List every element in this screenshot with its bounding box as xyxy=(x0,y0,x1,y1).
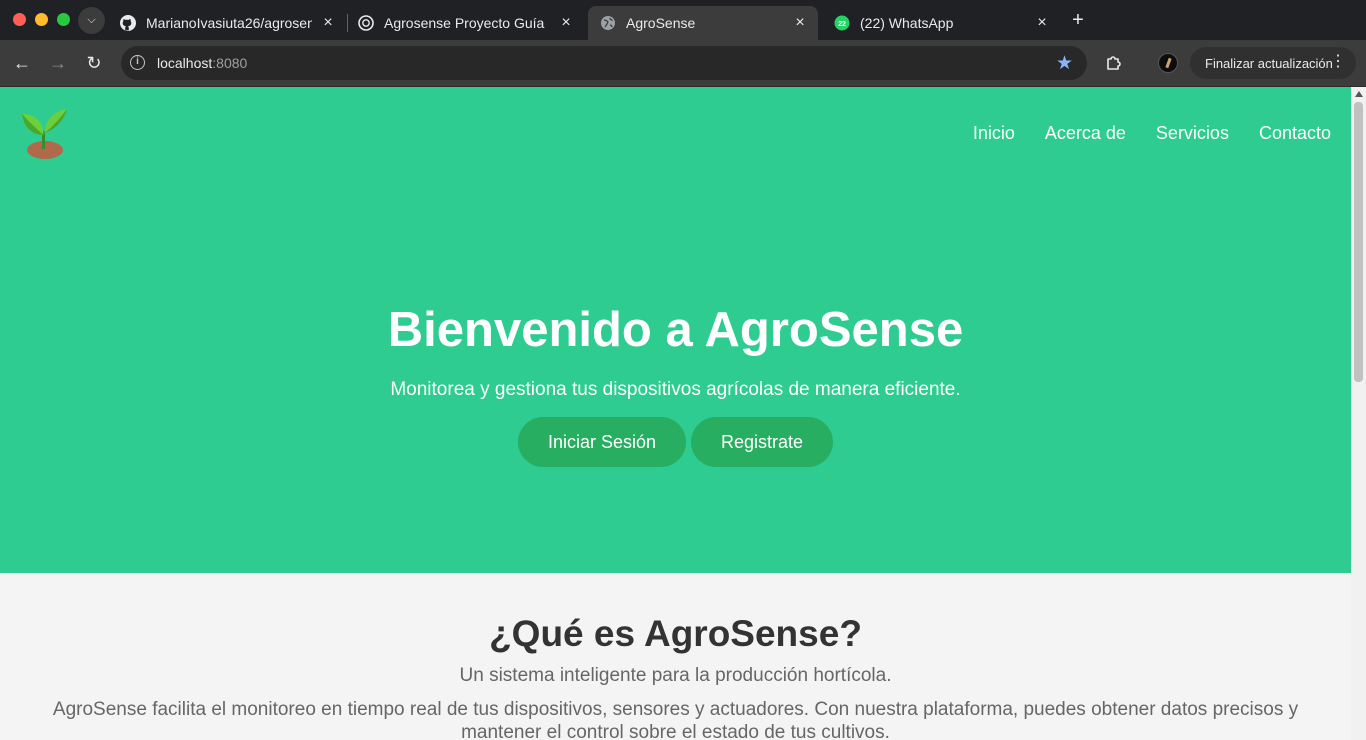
forward-icon[interactable]: → xyxy=(46,51,70,75)
tab-close-icon[interactable]: × xyxy=(320,14,336,32)
window-maximize-button[interactable] xyxy=(57,13,70,26)
nav-link-contacto[interactable]: Contacto xyxy=(1259,123,1331,144)
tab-close-icon[interactable]: × xyxy=(792,14,808,32)
tab-title: MarianoIvasiuta26/agrosense xyxy=(146,15,312,31)
tab-close-icon[interactable]: × xyxy=(558,14,574,32)
more-options-icon[interactable]: ⋮ xyxy=(1330,53,1346,71)
tab-title: Agrosense Proyecto Guía xyxy=(384,15,545,31)
hero-title: Bienvenido a AgroSense xyxy=(387,303,964,357)
openai-icon xyxy=(358,15,374,31)
address-bar[interactable]: i localhost:8080 ★ xyxy=(121,46,1087,80)
tab-agrosense-guia[interactable]: Agrosense Proyecto Guía × xyxy=(346,6,584,40)
globe-icon xyxy=(600,15,616,31)
page-viewport: Inicio Acerca de Servicios Contacto Bien… xyxy=(0,87,1351,740)
about-description: AgroSense facilita el monitoreo en tiemp… xyxy=(52,699,1299,740)
extensions-puzzle-icon[interactable] xyxy=(1104,53,1124,73)
finish-update-button[interactable]: Finalizar actualización ⋮ xyxy=(1190,47,1356,79)
sprout-logo-icon[interactable] xyxy=(20,105,70,159)
url-port: :8080 xyxy=(212,55,248,71)
new-tab-button[interactable]: + xyxy=(1068,9,1088,31)
about-title: ¿Qué es AgroSense? xyxy=(489,613,862,654)
hero-subtitle: Monitorea y gestiona tus dispositivos ag… xyxy=(390,379,961,400)
nav-link-inicio[interactable]: Inicio xyxy=(973,123,1015,144)
hero-section: Inicio Acerca de Servicios Contacto Bien… xyxy=(0,87,1351,573)
register-button[interactable]: Registrate xyxy=(691,417,833,467)
window-close-button[interactable] xyxy=(13,13,26,26)
site-info-icon[interactable]: i xyxy=(130,55,145,70)
tab-github[interactable]: MarianoIvasiuta26/agrosense × xyxy=(108,6,346,40)
tab-whatsapp[interactable]: 22 (22) WhatsApp × xyxy=(822,6,1060,40)
window-minimize-button[interactable] xyxy=(35,13,48,26)
login-button[interactable]: Iniciar Sesión xyxy=(518,417,686,467)
about-lead: Un sistema inteligente para la producció… xyxy=(459,665,892,686)
nav-link-servicios[interactable]: Servicios xyxy=(1156,123,1229,144)
tab-title: (22) WhatsApp xyxy=(860,15,954,31)
url-host: localhost xyxy=(157,55,213,71)
main-nav: Inicio Acerca de Servicios Contacto xyxy=(973,123,1331,144)
finish-update-label: Finalizar actualización xyxy=(1205,55,1333,71)
tab-agrosense[interactable]: AgroSense × xyxy=(588,6,818,40)
bookmark-star-icon[interactable]: ★ xyxy=(1056,52,1073,75)
scrollbar-thumb[interactable] xyxy=(1354,102,1363,382)
nav-link-acerca-de[interactable]: Acerca de xyxy=(1045,123,1126,144)
back-icon[interactable]: ← xyxy=(10,51,34,75)
whatsapp-icon: 22 xyxy=(834,15,850,31)
github-icon xyxy=(120,15,136,31)
scroll-up-icon[interactable] xyxy=(1355,91,1363,97)
browser-toolbar: ← → ↻ i localhost:8080 ★ Finalizar actua… xyxy=(0,40,1366,87)
reload-icon[interactable]: ↻ xyxy=(82,51,106,75)
profile-avatar[interactable] xyxy=(1158,53,1178,73)
tab-close-icon[interactable]: × xyxy=(1034,14,1050,32)
page-scrollbar[interactable] xyxy=(1351,87,1366,740)
browser-tab-strip: ⌵ MarianoIvasiuta26/agrosense × Agrosens… xyxy=(0,0,1366,40)
whatsapp-badge: 22 xyxy=(838,21,846,28)
tab-title: AgroSense xyxy=(626,15,696,31)
tab-search-button[interactable]: ⌵ xyxy=(78,7,105,34)
url-text[interactable]: localhost:8080 xyxy=(157,55,247,71)
